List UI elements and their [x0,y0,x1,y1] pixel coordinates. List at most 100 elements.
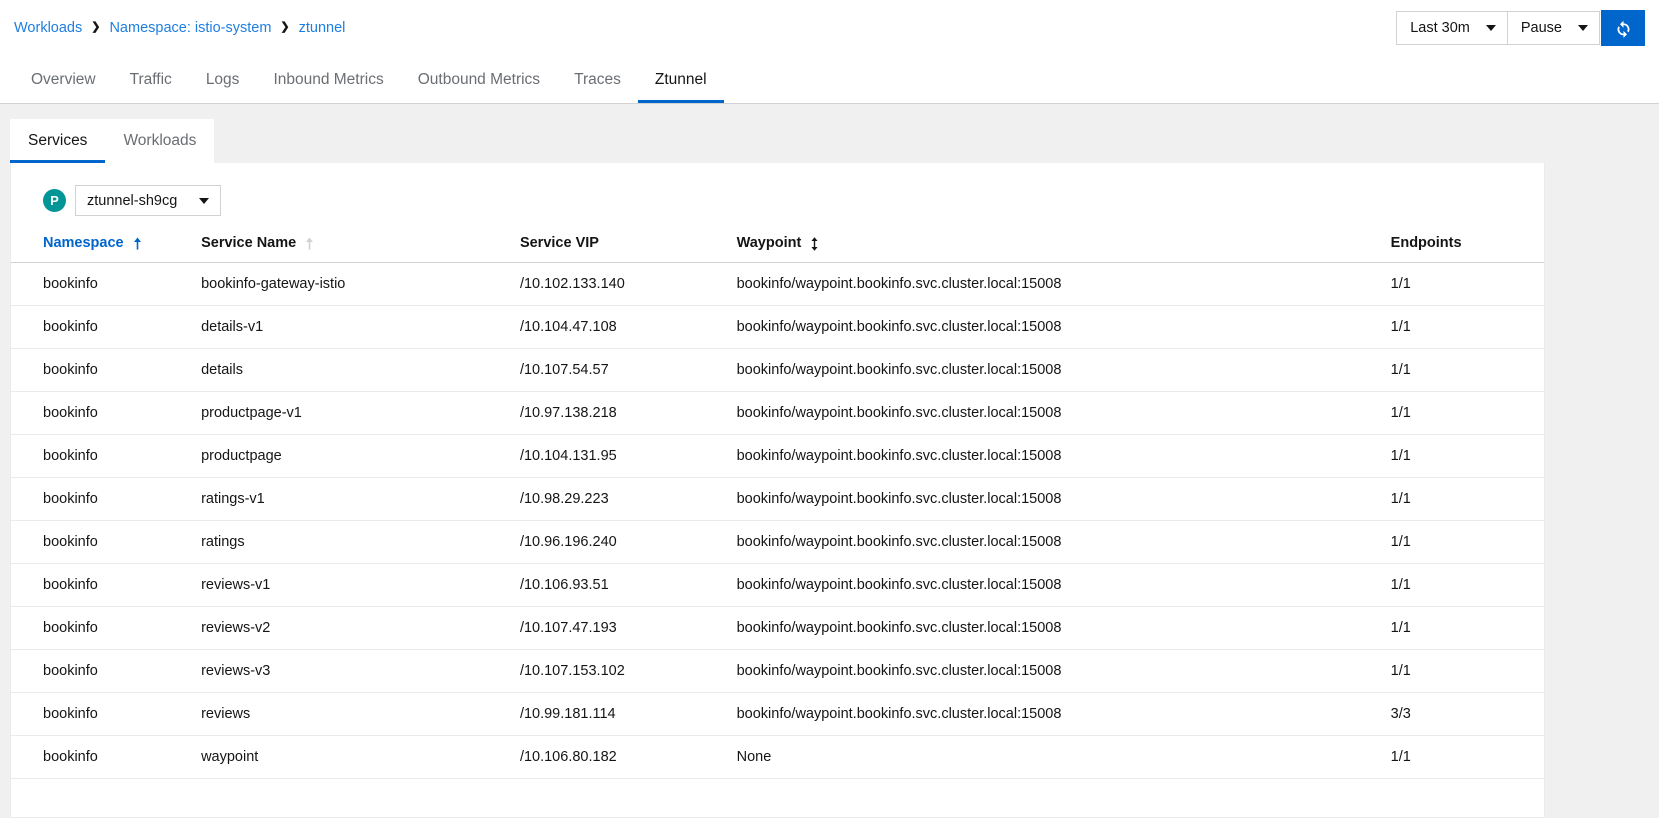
cell-waypoint: bookinfo/waypoint.bookinfo.svc.cluster.l… [737,521,1391,564]
sort-ascending-icon [133,237,142,250]
tab-overview[interactable]: Overview [14,56,113,103]
breadcrumb-item-workloads[interactable]: Workloads [14,20,82,36]
table-row[interactable]: bookinfo productpage /10.104.131.95 book… [11,435,1544,478]
services-panel: P ztunnel-sh9cg Namespace [10,163,1545,818]
cell-service-vip: /10.106.80.182 [520,736,737,779]
tab-label: Logs [206,71,240,89]
table-row[interactable]: bookinfo bookinfo-gateway-istio /10.102.… [11,263,1544,306]
refresh-controls: Last 30m Pause [1396,11,1600,45]
pod-selector-row: P ztunnel-sh9cg [11,163,1544,216]
sync-icon [1614,19,1633,38]
chevron-down-icon [199,198,209,204]
cell-waypoint: bookinfo/waypoint.bookinfo.svc.cluster.l… [737,349,1391,392]
sort-both-icon [810,237,819,250]
table-row[interactable]: bookinfo ratings-v1 /10.98.29.223 bookin… [11,478,1544,521]
top-bar: Workloads ❯ Namespace: istio-system ❯ zt… [0,0,1659,56]
cell-waypoint: bookinfo/waypoint.bookinfo.svc.cluster.l… [737,607,1391,650]
pod-badge-icon: P [43,189,66,212]
cell-waypoint: bookinfo/waypoint.bookinfo.svc.cluster.l… [737,564,1391,607]
chevron-down-icon [1486,25,1496,31]
ztunnel-services-table: Namespace Service Name [11,235,1544,779]
table-row[interactable]: bookinfo details-v1 /10.104.47.108 booki… [11,306,1544,349]
tab-logs[interactable]: Logs [189,56,257,103]
cell-namespace: bookinfo [11,607,201,650]
cell-service-name: waypoint [201,736,520,779]
table-row[interactable]: bookinfo reviews-v3 /10.107.153.102 book… [11,650,1544,693]
table-row[interactable]: bookinfo details /10.107.54.57 bookinfo/… [11,349,1544,392]
column-header-service-vip[interactable]: Service VIP [520,235,737,263]
cell-namespace: bookinfo [11,263,201,306]
refresh-button[interactable] [1601,10,1645,46]
column-label: Waypoint [737,235,802,251]
tab-label: Traffic [130,71,172,89]
ztunnel-sub-tabs: Services Workloads [10,119,214,163]
cell-namespace: bookinfo [11,564,201,607]
kiali-ztunnel-page: Workloads ❯ Namespace: istio-system ❯ zt… [0,0,1659,819]
cell-waypoint: bookinfo/waypoint.bookinfo.svc.cluster.l… [737,263,1391,306]
cell-service-vip: /10.96.196.240 [520,521,737,564]
cell-service-name: reviews-v2 [201,607,520,650]
column-header-namespace[interactable]: Namespace [11,235,201,263]
cell-endpoints: 1/1 [1391,521,1544,564]
cell-waypoint: bookinfo/waypoint.bookinfo.svc.cluster.l… [737,306,1391,349]
sub-tab-services[interactable]: Services [10,119,105,163]
pod-select-dropdown[interactable]: ztunnel-sh9cg [75,185,221,216]
cell-endpoints: 1/1 [1391,306,1544,349]
cell-endpoints: 1/1 [1391,263,1544,306]
cell-namespace: bookinfo [11,392,201,435]
chevron-down-icon [1578,25,1588,31]
cell-service-vip: /10.107.153.102 [520,650,737,693]
column-header-service-name[interactable]: Service Name [201,235,520,263]
tab-ztunnel[interactable]: Ztunnel [638,56,724,103]
table-row[interactable]: bookinfo reviews-v1 /10.106.93.51 bookin… [11,564,1544,607]
table-row[interactable]: bookinfo reviews-v2 /10.107.47.193 booki… [11,607,1544,650]
tab-inbound-metrics[interactable]: Inbound Metrics [256,56,400,103]
cell-service-vip: /10.104.47.108 [520,306,737,349]
cell-endpoints: 1/1 [1391,564,1544,607]
tab-traces[interactable]: Traces [557,56,638,103]
cell-endpoints: 1/1 [1391,736,1544,779]
table-row[interactable]: bookinfo reviews /10.99.181.114 bookinfo… [11,693,1544,736]
cell-service-vip: /10.107.47.193 [520,607,737,650]
cell-service-name: reviews-v1 [201,564,520,607]
cell-service-name: details [201,349,520,392]
refresh-interval-dropdown[interactable]: Pause [1507,12,1599,44]
tab-outbound-metrics[interactable]: Outbound Metrics [401,56,557,103]
table-head: Namespace Service Name [11,235,1544,263]
tab-traffic[interactable]: Traffic [113,56,189,103]
cell-endpoints: 1/1 [1391,349,1544,392]
column-header-waypoint[interactable]: Waypoint [737,235,1391,263]
cell-service-name: ratings [201,521,520,564]
table-row[interactable]: bookinfo ratings /10.96.196.240 bookinfo… [11,521,1544,564]
table-row[interactable]: bookinfo waypoint /10.106.80.182 None 1/… [11,736,1544,779]
cell-waypoint: None [737,736,1391,779]
cell-service-name: ratings-v1 [201,478,520,521]
tab-label: Inbound Metrics [273,71,383,89]
cell-service-vip: /10.98.29.223 [520,478,737,521]
cell-service-name: productpage-v1 [201,392,520,435]
column-label: Service Name [201,235,296,251]
time-range-dropdown[interactable]: Last 30m [1397,12,1507,44]
cell-service-vip: /10.106.93.51 [520,564,737,607]
table-body: bookinfo bookinfo-gateway-istio /10.102.… [11,263,1544,779]
table-header-row: Namespace Service Name [11,235,1544,263]
cell-service-vip: /10.97.138.218 [520,392,737,435]
cell-service-vip: /10.99.181.114 [520,693,737,736]
breadcrumb-item-namespace[interactable]: Namespace: istio-system [109,20,271,36]
breadcrumb-item-ztunnel[interactable]: ztunnel [299,20,346,36]
toolbar-right: Last 30m Pause [1396,10,1645,46]
sub-tab-label: Workloads [123,132,196,150]
tab-label: Ztunnel [655,71,707,89]
cell-service-vip: /10.104.131.95 [520,435,737,478]
column-label: Namespace [43,235,124,251]
cell-endpoints: 3/3 [1391,693,1544,736]
column-label: Endpoints [1391,235,1462,251]
table-row[interactable]: bookinfo productpage-v1 /10.97.138.218 b… [11,392,1544,435]
cell-endpoints: 1/1 [1391,392,1544,435]
cell-namespace: bookinfo [11,306,201,349]
cell-waypoint: bookinfo/waypoint.bookinfo.svc.cluster.l… [737,478,1391,521]
cell-namespace: bookinfo [11,650,201,693]
cell-endpoints: 1/1 [1391,435,1544,478]
cell-service-name: reviews-v3 [201,650,520,693]
sub-tab-workloads[interactable]: Workloads [105,119,214,163]
